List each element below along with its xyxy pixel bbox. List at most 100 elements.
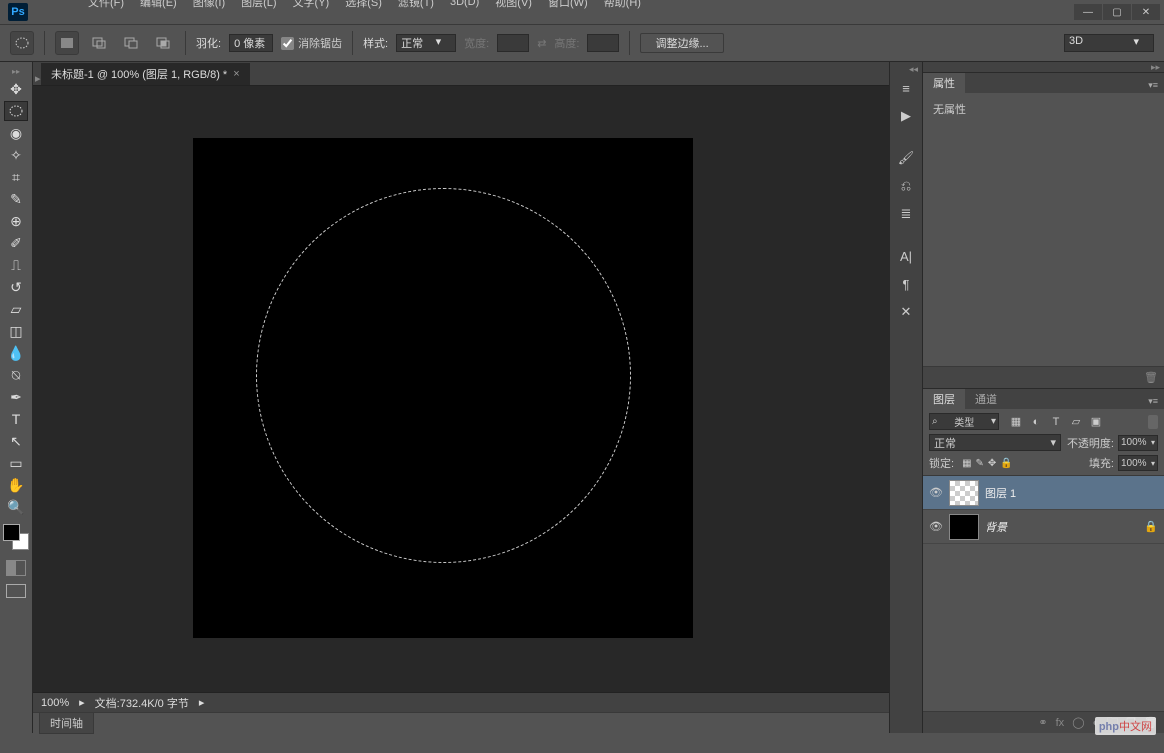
dodge-tool[interactable]: ⍉ <box>4 365 28 385</box>
workspace-select[interactable]: 3D ▾ <box>1064 34 1154 52</box>
lasso-tool[interactable]: ◉ <box>4 123 28 143</box>
antialias-check-input[interactable] <box>281 37 294 50</box>
menu-3d[interactable]: 3D(D) <box>442 0 487 10</box>
add-selection-icon[interactable] <box>87 31 111 55</box>
history-brush-tool[interactable]: ↺ <box>4 277 28 297</box>
layer-thumbnail[interactable] <box>949 514 979 540</box>
filter-smart-icon[interactable]: ▣ <box>1089 415 1103 429</box>
style-select[interactable]: 正常 ▾ <box>396 34 456 52</box>
link-layers-icon[interactable]: ⚭ <box>1038 716 1047 729</box>
filter-toggle[interactable] <box>1148 415 1158 429</box>
status-arrow-icon[interactable]: ▸ <box>199 696 205 709</box>
filter-shape-icon[interactable]: ▱ <box>1069 415 1083 429</box>
properties-menu-icon[interactable]: ▾≡ <box>1142 78 1164 93</box>
actions-icon[interactable]: ▶ <box>893 104 919 128</box>
status-flyout-icon[interactable]: ▸ <box>79 696 85 709</box>
menu-type[interactable]: 文字(Y) <box>285 0 338 12</box>
quickmask-toggle[interactable] <box>6 560 26 576</box>
layer-name[interactable]: 背景 <box>985 519 1007 535</box>
doc-info[interactable]: 文档:732.4K/0 字节 <box>95 695 189 711</box>
layer-name[interactable]: 图层 1 <box>985 485 1016 501</box>
opacity-input[interactable]: 100% <box>1118 435 1158 451</box>
foreground-color[interactable] <box>3 524 20 541</box>
filter-type-icon[interactable]: T <box>1049 415 1063 429</box>
layer-mask-icon[interactable]: ◯ <box>1072 716 1084 729</box>
menu-layer[interactable]: 图层(L) <box>233 0 284 12</box>
history-icon[interactable]: ≡ <box>893 76 919 100</box>
menu-edit[interactable]: 编辑(E) <box>132 0 185 12</box>
channels-tab[interactable]: 通道 <box>965 389 1007 409</box>
adjust-icon[interactable]: ≣ <box>893 202 919 226</box>
document-tab[interactable]: 未标题-1 @ 100% (图层 1, RGB/8) * × <box>41 63 250 85</box>
paragraph-icon[interactable]: ¶ <box>893 272 919 296</box>
menu-help[interactable]: 帮助(H) <box>596 0 649 12</box>
layer-fx-icon[interactable]: fx <box>1056 717 1065 729</box>
fill-input[interactable]: 100% <box>1118 455 1158 471</box>
canvas-viewport[interactable] <box>33 86 889 692</box>
eyedropper-tool[interactable]: ✎ <box>4 189 28 209</box>
hand-tool[interactable]: ✋ <box>4 475 28 495</box>
layer-thumbnail[interactable] <box>949 480 979 506</box>
maximize-button[interactable]: ▢ <box>1103 4 1131 20</box>
lock-transparent-icon[interactable]: ▦ <box>962 458 971 469</box>
zoom-level[interactable]: 100% <box>41 697 69 709</box>
minimize-button[interactable]: — <box>1074 4 1102 20</box>
gradient-tool[interactable]: ◫ <box>4 321 28 341</box>
layer-kind-select[interactable]: ⌕类型▾ <box>929 413 999 430</box>
panels-collapse-handle[interactable]: ▸▸ <box>923 62 1164 72</box>
tools-icon[interactable]: ✕ <box>893 300 919 324</box>
brush-preset-icon[interactable]: 🖌 <box>893 146 919 170</box>
trash-icon[interactable]: 🗑 <box>1144 371 1158 384</box>
new-selection-icon[interactable] <box>55 31 79 55</box>
layers-tab[interactable]: 图层 <box>923 389 965 409</box>
filter-adjust-icon[interactable]: ◐ <box>1029 415 1043 429</box>
dock-handle[interactable]: ◂◂ <box>890 64 922 74</box>
current-tool-icon[interactable] <box>10 31 34 55</box>
feather-input[interactable] <box>229 34 273 52</box>
screenmode-toggle[interactable] <box>6 584 26 598</box>
visibility-icon[interactable]: 👁 <box>929 486 943 499</box>
stamp-tool[interactable]: ⎍ <box>4 255 28 275</box>
intersect-selection-icon[interactable] <box>151 31 175 55</box>
subtract-selection-icon[interactable] <box>119 31 143 55</box>
pen-tool[interactable]: ✒ <box>4 387 28 407</box>
close-button[interactable]: ✕ <box>1132 4 1160 20</box>
eraser-tool[interactable]: ▱ <box>4 299 28 319</box>
character-icon[interactable]: A| <box>893 244 919 268</box>
zoom-tool[interactable]: 🔍 <box>4 497 28 517</box>
visibility-icon[interactable]: 👁 <box>929 520 943 533</box>
layer-row[interactable]: 👁 图层 1 <box>923 476 1164 510</box>
lock-all-icon[interactable]: 🔒 <box>1000 458 1012 469</box>
marquee-tool[interactable] <box>4 101 28 121</box>
shape-tool[interactable]: ▭ <box>4 453 28 473</box>
canvas-document[interactable] <box>193 138 693 638</box>
healing-tool[interactable]: ⊕ <box>4 211 28 231</box>
menu-file[interactable]: 文件(F) <box>80 0 132 12</box>
lock-pixels-icon[interactable]: ✎ <box>976 458 984 469</box>
blend-mode-select[interactable]: 正常▾ <box>929 434 1061 451</box>
type-tool[interactable]: T <box>4 409 28 429</box>
tools-handle[interactable]: ▸▸ <box>2 67 30 75</box>
antialias-checkbox[interactable]: 消除锯齿 <box>281 35 342 51</box>
doc-tab-handle[interactable]: ▸ <box>33 72 41 85</box>
menu-select[interactable]: 选择(S) <box>337 0 390 12</box>
layer-row[interactable]: 👁 背景 🔒 <box>923 510 1164 544</box>
path-select-tool[interactable]: ↖ <box>4 431 28 451</box>
properties-tab[interactable]: 属性 <box>923 73 965 93</box>
crop-tool[interactable]: ⌗ <box>4 167 28 187</box>
move-tool[interactable]: ✥ <box>4 79 28 99</box>
color-swatch[interactable] <box>3 524 29 550</box>
menu-filter[interactable]: 滤镜(T) <box>390 0 442 12</box>
refine-edge-button[interactable]: 调整边缘... <box>640 33 723 53</box>
lock-position-icon[interactable]: ✥ <box>988 458 996 469</box>
menu-view[interactable]: 视图(V) <box>487 0 540 12</box>
menu-window[interactable]: 窗口(W) <box>540 0 596 12</box>
swatches-icon[interactable]: ⎌ <box>893 174 919 198</box>
filter-pixel-icon[interactable]: ▦ <box>1009 415 1023 429</box>
wand-tool[interactable]: ✧ <box>4 145 28 165</box>
blur-tool[interactable]: 💧 <box>4 343 28 363</box>
close-tab-icon[interactable]: × <box>233 68 239 80</box>
layers-menu-icon[interactable]: ▾≡ <box>1142 394 1164 409</box>
menu-image[interactable]: 图像(I) <box>185 0 233 12</box>
timeline-tab[interactable]: 时间轴 <box>39 712 94 734</box>
